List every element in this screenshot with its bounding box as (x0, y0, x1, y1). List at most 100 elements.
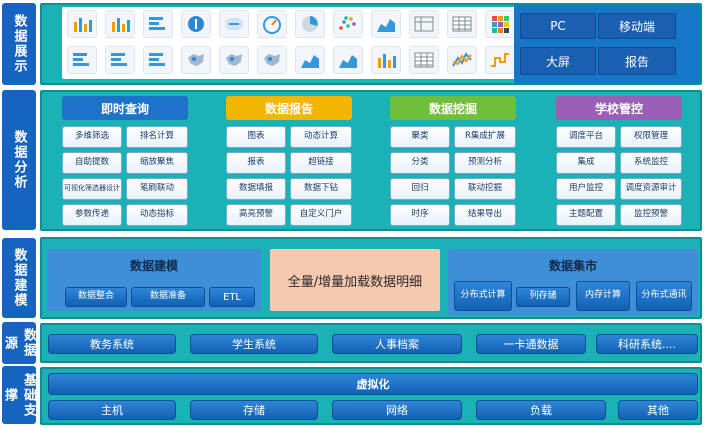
step-chart-icon[interactable] (485, 46, 515, 74)
analysis-feature-button[interactable]: 排名计算 (126, 126, 188, 148)
analysis-feature-button[interactable]: 自定义门户 (290, 204, 352, 226)
analysis-column-title: 学校管控 (556, 96, 682, 120)
analysis-feature-button[interactable]: 可视化筛选器设计 (62, 178, 122, 200)
data-preparation-button[interactable]: 数据准备 (131, 287, 205, 307)
analysis-feature-button[interactable]: 分类 (390, 152, 450, 174)
table-icon[interactable] (409, 10, 439, 38)
hbar-chart-icon[interactable] (67, 46, 97, 74)
column-store-button[interactable]: 列存储 (516, 287, 570, 307)
text-card-icon[interactable] (219, 10, 249, 38)
infra-network[interactable]: 网络 (332, 400, 462, 420)
scatter-icon[interactable] (333, 10, 363, 38)
modeling-layer: 数据建模 数据整合 数据准备 ETL 全量/增量加载数据明细 数据集市 分布式计… (40, 237, 702, 319)
display-layer: PC 移动端 大屏 报告 (40, 3, 702, 85)
analysis-feature-button[interactable]: 结果导出 (454, 204, 516, 226)
area-chart-icon[interactable] (295, 46, 325, 74)
analysis-feature-button[interactable]: R集成扩展 (454, 126, 516, 148)
data-modeling-title: 数据建模 (129, 258, 178, 273)
analysis-feature-button[interactable]: 笔刷联动 (126, 178, 188, 200)
data-mart-box: 数据集市 分布式计算 列存储 内存计算 分布式通讯 (448, 249, 698, 315)
analysis-feature-button[interactable]: 权限管理 (620, 126, 682, 148)
analysis-feature-button[interactable]: 动态指标 (126, 204, 188, 226)
source-hr-records[interactable]: 人事档案 (332, 334, 462, 354)
side-label-analysis: 数据分析 (2, 90, 36, 230)
line-chart-icon[interactable] (447, 46, 477, 74)
hbar-chart-icon[interactable] (143, 10, 173, 38)
map-icon[interactable] (257, 46, 287, 74)
area-chart-icon[interactable] (333, 46, 363, 74)
analysis-feature-button[interactable]: 参数传递 (62, 204, 122, 226)
analysis-feature-button[interactable]: 集成 (556, 152, 616, 174)
grid-table-icon[interactable] (447, 10, 477, 38)
etl-button[interactable]: ETL (209, 287, 255, 307)
analysis-feature-button[interactable]: 报表 (226, 152, 286, 174)
infra-layer: 虚拟化 主机 存储 网络 负载 其他 (40, 367, 702, 425)
map-icon[interactable] (181, 46, 211, 74)
area-chart-icon[interactable] (371, 10, 401, 38)
side-label-display: 数据展示 (2, 3, 36, 85)
source-layer: 教务系统 学生系统 人事档案 一卡通数据 科研系统.... (40, 323, 702, 363)
infra-load[interactable]: 负载 (476, 400, 606, 420)
target-pc-button[interactable]: PC (520, 13, 596, 39)
analysis-feature-button[interactable]: 监控预警 (620, 204, 682, 226)
virtualization-bar[interactable]: 虚拟化 (48, 373, 698, 395)
chart-type-gallery (62, 7, 520, 79)
analysis-feature-button[interactable]: 用户监控 (556, 178, 616, 200)
analysis-feature-button[interactable]: 图表 (226, 126, 286, 148)
gauge-icon[interactable] (257, 10, 287, 38)
in-memory-compute-button[interactable]: 内存计算 (576, 281, 630, 311)
analysis-feature-button[interactable]: 自助提数 (62, 152, 122, 174)
source-student-system[interactable]: 学生系统 (190, 334, 318, 354)
analysis-feature-button[interactable]: 数据填报 (226, 178, 286, 200)
gallery-row-1 (67, 10, 515, 38)
bar-chart-icon[interactable] (105, 10, 135, 38)
pie-chart-icon[interactable] (295, 10, 325, 38)
analysis-feature-button[interactable]: 数据下钻 (290, 178, 352, 200)
distributed-communication-button[interactable]: 分布式通讯 (636, 281, 692, 311)
data-integration-button[interactable]: 数据整合 (65, 287, 127, 307)
infra-host[interactable]: 主机 (48, 400, 176, 420)
analysis-feature-button[interactable]: 调度资源审计 (620, 178, 682, 200)
target-bigscreen-button[interactable]: 大屏 (520, 47, 596, 75)
analysis-feature-button[interactable]: 超链接 (290, 152, 352, 174)
analysis-feature-button[interactable]: 回归 (390, 178, 450, 200)
grid-table-icon[interactable] (409, 46, 439, 74)
analysis-column-title: 数据挖掘 (390, 96, 516, 120)
data-mart-title: 数据集市 (548, 258, 597, 273)
analysis-feature-button[interactable]: 缩放聚焦 (126, 152, 188, 174)
hbar-chart-icon[interactable] (105, 46, 135, 74)
analysis-feature-button[interactable]: 系统监控 (620, 152, 682, 174)
analysis-feature-button[interactable]: 高亮预警 (226, 204, 286, 226)
bar-chart-icon[interactable] (67, 10, 97, 38)
analysis-layer: 即时查询多维筛选 排名计算 自助提数 缩放聚焦 可视化筛选器设计 笔刷联动 参数传递 动态指标… (40, 90, 702, 231)
bar-chart-icon[interactable] (371, 46, 401, 74)
analysis-feature-button[interactable]: 联动挖掘 (454, 178, 516, 200)
hbar-chart-icon[interactable] (143, 46, 173, 74)
side-label-modeling: 数据建模 (2, 238, 36, 318)
infra-other[interactable]: 其他 (618, 400, 698, 420)
source-academic-affairs[interactable]: 教务系统 (48, 334, 176, 354)
analysis-feature-button[interactable]: 动态计算 (290, 126, 352, 148)
source-research-system[interactable]: 科研系统.... (596, 334, 698, 354)
analysis-feature-button[interactable]: 预测分析 (454, 152, 516, 174)
target-report-button[interactable]: 报告 (598, 47, 676, 75)
analysis-feature-button[interactable]: 调度平台 (556, 126, 616, 148)
side-label-source: 数据源 (2, 322, 36, 364)
number-card-icon[interactable] (181, 10, 211, 38)
source-card-data[interactable]: 一卡通数据 (476, 334, 586, 354)
analysis-feature-button[interactable]: 时序 (390, 204, 450, 226)
target-mobile-button[interactable]: 移动端 (598, 13, 676, 39)
analysis-column-title: 数据报告 (226, 96, 352, 120)
infra-storage[interactable]: 存储 (190, 400, 318, 420)
analysis-feature-button[interactable]: 聚类 (390, 126, 450, 148)
data-modeling-box: 数据建模 数据整合 数据准备 ETL (47, 249, 261, 311)
distributed-compute-button[interactable]: 分布式计算 (454, 281, 512, 311)
heatmap-icon[interactable] (485, 10, 515, 38)
gallery-row-2 (67, 46, 515, 74)
analysis-feature-button[interactable]: 主题配置 (556, 204, 616, 226)
analysis-feature-button[interactable]: 多维筛选 (62, 126, 122, 148)
analysis-column-title: 即时查询 (62, 96, 188, 120)
map-icon[interactable] (219, 46, 249, 74)
full-incremental-load-box: 全量/增量加载数据明细 (270, 249, 440, 311)
side-label-infra: 基础支撑 (2, 366, 36, 424)
